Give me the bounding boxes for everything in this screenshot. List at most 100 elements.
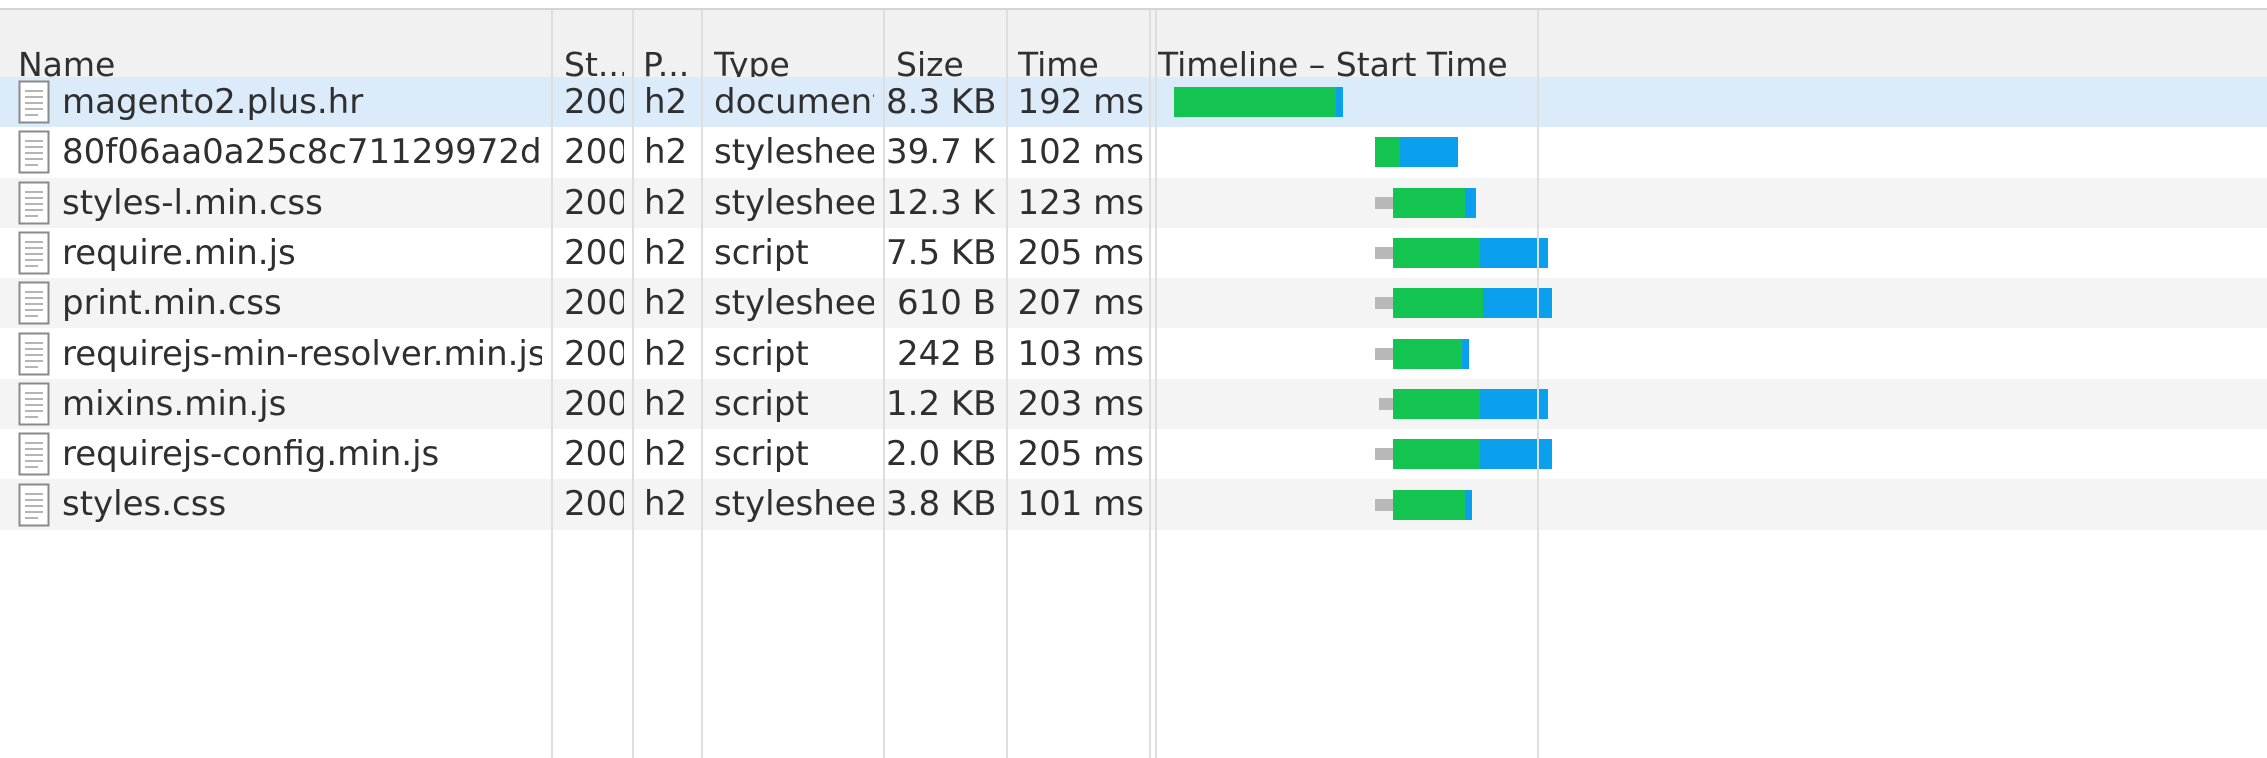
network-request-table: Name St... P... Type Size Time Timeline … (0, 0, 2267, 758)
request-size: 610 B (896, 283, 996, 324)
request-protocol: h2 (644, 333, 688, 374)
document-icon (18, 231, 50, 275)
request-protocol: h2 (644, 434, 688, 475)
request-time: 103 ms (1017, 333, 1144, 374)
document-icon (18, 130, 50, 174)
request-type: script (714, 434, 809, 475)
request-status: 200 (564, 383, 624, 424)
request-type: script (714, 383, 809, 424)
timeline-bar-ttfb (1393, 238, 1480, 269)
request-protocol: h2 (644, 82, 688, 122)
document-icon (18, 432, 50, 476)
request-size: 8.3 KB (886, 82, 996, 122)
request-status: 200 (564, 283, 624, 324)
request-status: 200 (564, 484, 624, 525)
request-status: 200 (564, 182, 624, 223)
request-name: 80f06aa0a25c8c71129972d0e29ca151.... (62, 132, 542, 173)
request-type: document (714, 82, 874, 122)
request-status: 200 (564, 132, 624, 173)
timeline-bar-waiting (1378, 397, 1394, 410)
request-protocol: h2 (644, 283, 688, 324)
column-divider[interactable] (1537, 10, 1539, 758)
timeline-bar-ttfb (1173, 87, 1336, 118)
timeline-bar-download (1465, 489, 1473, 520)
request-size: 1.2 KB (886, 383, 996, 424)
request-status: 200 (564, 333, 624, 374)
request-name: magento2.plus.hr (62, 82, 364, 122)
timeline-bar-download (1479, 439, 1552, 470)
request-time: 205 ms (1017, 434, 1144, 475)
timeline-bar-ttfb (1393, 439, 1480, 470)
timeline-bar-waiting (1375, 347, 1394, 360)
timeline-bar-download (1400, 137, 1458, 168)
request-protocol: h2 (644, 232, 688, 273)
request-time: 101 ms (1017, 484, 1144, 525)
request-status: 200 (564, 82, 624, 122)
document-icon (18, 281, 50, 325)
request-type: stylesheet (714, 182, 874, 223)
timeline-bar-download (1483, 288, 1552, 319)
document-icon (18, 483, 50, 527)
request-size: 7.5 KB (886, 232, 996, 273)
timeline-bar-waiting (1375, 297, 1394, 310)
request-size: 39.7 KB (886, 132, 996, 173)
timeline-bar-waiting (1375, 247, 1394, 260)
table-row[interactable]: styles.css 200 h2 stylesheet 3.8 KB 101 ms (0, 479, 2267, 530)
table-top-edge (0, 0, 2267, 10)
request-name: mixins.min.js (62, 383, 287, 424)
request-type: stylesheet (714, 484, 874, 525)
request-protocol: h2 (644, 484, 688, 525)
request-time: 205 ms (1017, 232, 1144, 273)
request-time: 207 ms (1017, 283, 1144, 324)
column-divider[interactable] (1006, 10, 1008, 758)
timeline-bar-waiting (1375, 196, 1394, 209)
table-row[interactable]: require.min.js 200 h2 script 7.5 KB 205 ms (0, 227, 2267, 279)
timeline-bar-ttfb (1393, 288, 1484, 319)
request-time: 192 ms (1017, 82, 1144, 122)
request-status: 200 (564, 232, 624, 273)
request-size: 3.8 KB (886, 484, 996, 525)
request-name: print.min.css (62, 283, 282, 324)
request-status: 200 (564, 434, 624, 475)
timeline-bar-download (1335, 87, 1343, 118)
request-time: 203 ms (1017, 383, 1144, 424)
request-type: stylesheet (714, 283, 874, 324)
request-protocol: h2 (644, 383, 688, 424)
table-row[interactable]: requirejs-config.min.js 200 h2 script 2.0 KB… (0, 429, 2267, 480)
request-name: require.min.js (62, 232, 296, 273)
column-divider[interactable] (551, 10, 553, 758)
timeline-bar-download (1465, 187, 1476, 218)
request-name: requirejs-config.min.js (62, 434, 440, 475)
request-type: script (714, 232, 809, 273)
timeline-bar-ttfb (1393, 489, 1466, 520)
request-size: 242 B (896, 333, 996, 374)
request-time: 102 ms (1017, 132, 1144, 173)
table-row[interactable]: requirejs-min-resolver.min.js 200 h2 script… (0, 328, 2267, 379)
column-divider[interactable] (1149, 10, 1151, 758)
timeline-bar-ttfb (1393, 338, 1462, 369)
request-protocol: h2 (644, 132, 688, 173)
request-type: script (714, 333, 809, 374)
column-divider[interactable] (883, 10, 885, 758)
document-icon (18, 332, 50, 376)
document-icon (18, 181, 50, 225)
table-row[interactable]: 80f06aa0a25c8c71129972d0e29ca151.... 200 h… (0, 127, 2267, 178)
timeline-bar-download (1461, 338, 1469, 369)
request-name: requirejs-min-resolver.min.js (62, 333, 542, 374)
timeline-bar-waiting (1375, 498, 1394, 511)
column-divider[interactable] (632, 10, 634, 758)
column-divider[interactable] (701, 10, 703, 758)
request-time: 123 ms (1017, 182, 1144, 223)
table-row[interactable]: magento2.plus.hr 200 h2 document 8.3 KB 192 m… (0, 77, 2267, 128)
request-name: styles.css (62, 484, 227, 525)
document-icon (18, 80, 50, 124)
request-type: stylesheet (714, 132, 874, 173)
timeline-bar-ttfb (1393, 187, 1466, 218)
table-row[interactable]: print.min.css 200 h2 stylesheet 610 B 207 ms (0, 278, 2267, 329)
request-name: styles-l.min.css (62, 182, 323, 223)
timeline-bar-waiting (1375, 448, 1394, 461)
table-row[interactable]: mixins.min.js 200 h2 script 1.2 KB 203 ms (0, 378, 2267, 430)
table-row[interactable]: styles-l.min.css 200 h2 stylesheet 12.3 KB 12… (0, 177, 2267, 228)
document-icon (18, 382, 50, 426)
column-divider[interactable] (1155, 10, 1157, 758)
